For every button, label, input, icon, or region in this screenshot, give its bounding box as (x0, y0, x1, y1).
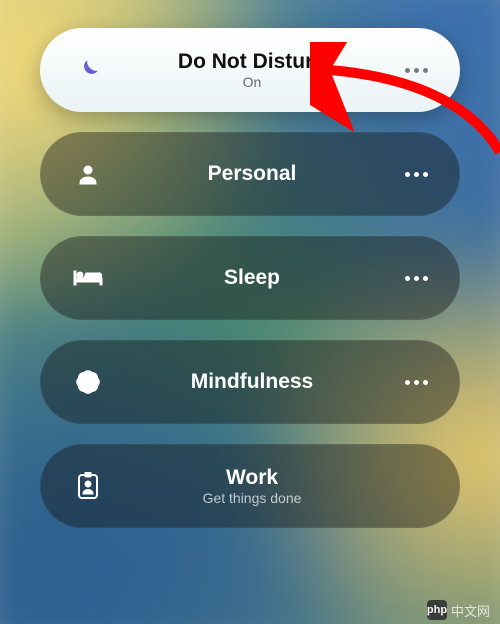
focus-item-dnd[interactable]: Do Not Disturb On (40, 28, 460, 112)
more-button[interactable] (396, 172, 436, 177)
focus-label-block: Personal (108, 162, 396, 186)
focus-title: Personal (208, 162, 297, 186)
ellipsis-icon (405, 172, 428, 177)
person-icon (68, 162, 108, 186)
focus-item-personal[interactable]: Personal (40, 132, 460, 216)
focus-title: Work (226, 466, 278, 490)
focus-label-block: Do Not Disturb On (108, 50, 396, 90)
watermark-text: 中文网 (451, 601, 490, 620)
badge-icon (68, 472, 108, 500)
focus-label-block: Sleep (108, 266, 396, 290)
watermark: php 中文网 (427, 600, 490, 620)
focus-item-sleep[interactable]: Sleep (40, 236, 460, 320)
focus-subtitle: On (243, 74, 262, 90)
focus-title: Sleep (224, 266, 280, 290)
bed-icon (68, 267, 108, 289)
more-button[interactable] (396, 68, 436, 73)
ellipsis-icon (405, 380, 428, 385)
ellipsis-icon (405, 276, 428, 281)
more-button[interactable] (396, 380, 436, 385)
focus-title: Do Not Disturb (178, 50, 326, 74)
focus-label-block: Mindfulness (108, 370, 396, 394)
mindfulness-icon (68, 368, 108, 396)
focus-label-block: Work Get things done (108, 466, 396, 506)
moon-icon (68, 57, 108, 83)
ellipsis-icon (405, 68, 428, 73)
focus-subtitle: Get things done (203, 490, 302, 506)
focus-title: Mindfulness (191, 370, 314, 394)
focus-item-mindfulness[interactable]: Mindfulness (40, 340, 460, 424)
focus-modes-list: Do Not Disturb On Personal Sleep (0, 0, 500, 624)
focus-item-work[interactable]: Work Get things done (40, 444, 460, 528)
watermark-logo: php (427, 600, 447, 620)
more-button[interactable] (396, 276, 436, 281)
